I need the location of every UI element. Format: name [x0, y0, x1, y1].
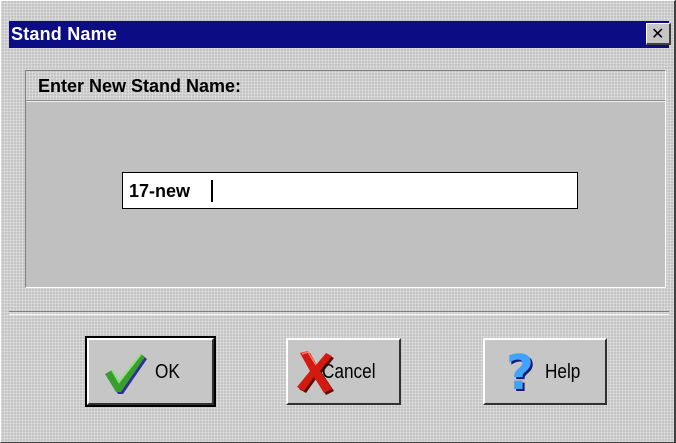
group-header: Enter New Stand Name: [26, 71, 665, 101]
question-mark-icon: ? ? [506, 347, 536, 397]
dialog-separator [9, 311, 669, 315]
stand-name-dialog: Stand Name ✕ Enter New Stand Name: 17-ne… [0, 0, 676, 443]
dialog-title: Stand Name [11, 24, 118, 44]
stand-name-value: 17-new [129, 181, 191, 201]
close-x-icon: ✕ [651, 24, 665, 43]
svg-text:?: ? [506, 347, 534, 397]
ok-label: OK [155, 361, 180, 383]
help-label: Help [545, 361, 581, 383]
ok-button[interactable]: OK [85, 336, 216, 407]
title-bar[interactable]: Stand Name ✕ [9, 21, 671, 48]
cancel-button[interactable]: Cancel [286, 338, 401, 405]
group-label: Enter New Stand Name: [38, 76, 242, 96]
stand-name-input[interactable]: 17-new [122, 172, 578, 209]
green-checkmark-icon [105, 353, 147, 394]
group-header-divider [26, 101, 665, 102]
close-button[interactable]: ✕ [646, 23, 671, 45]
cancel-label: Cancel [322, 361, 376, 383]
help-button[interactable]: ? ? Help [483, 338, 607, 405]
text-caret [211, 180, 213, 202]
stand-name-group: Enter New Stand Name: 17-new [25, 70, 666, 288]
